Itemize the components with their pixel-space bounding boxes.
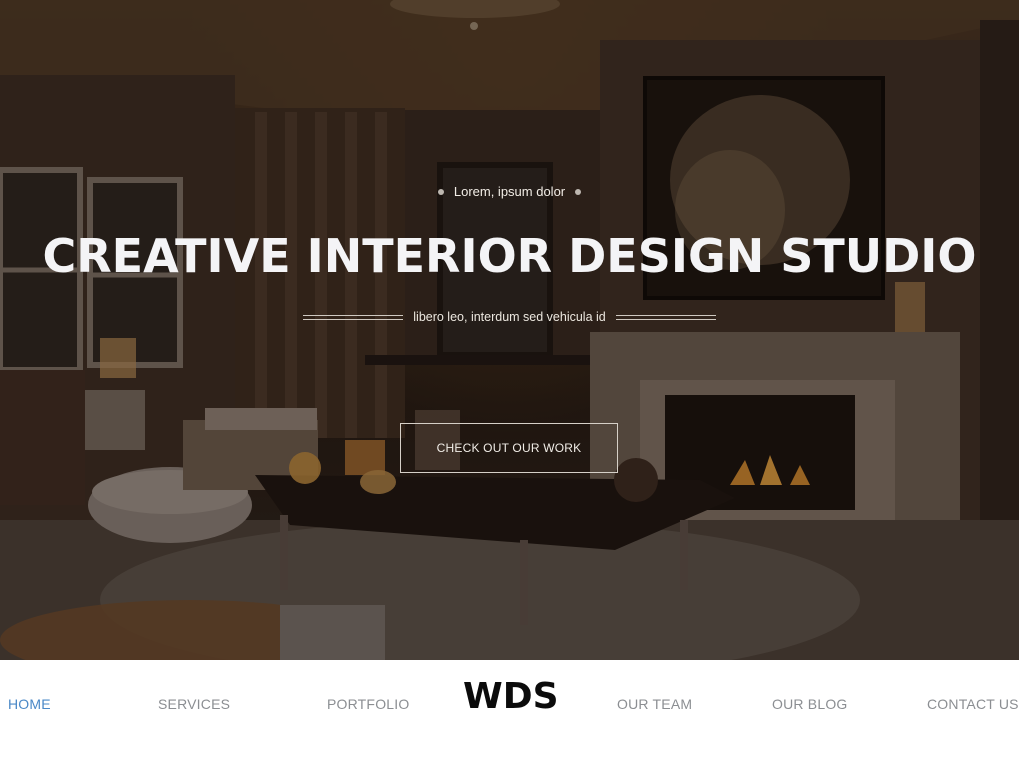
- nav-item-our-team[interactable]: OUR TEAM: [617, 696, 692, 712]
- double-line-divider-right: [615, 314, 716, 320]
- hero-title: CREATIVE INTERIOR DESIGN STUDIO: [42, 229, 977, 283]
- nav-item-our-blog[interactable]: OUR BLOG: [772, 696, 848, 712]
- page: Lorem, ipsum dolor CREATIVE INTERIOR DES…: [0, 0, 1019, 759]
- bullet-dot-icon: [437, 188, 444, 195]
- double-line-divider-left: [303, 314, 404, 320]
- nav-item-contact-us[interactable]: CONTACT US: [927, 696, 1019, 712]
- hero-dark-overlay: [0, 0, 1019, 660]
- check-out-our-work-button[interactable]: CHECK OUT OUR WORK: [400, 423, 618, 473]
- main-navigation: HOME SERVICES PORTFOLIO WDS OUR TEAM OUR…: [0, 660, 1019, 759]
- hero-tagline-text: libero leo, interdum sed vehicula id: [413, 310, 606, 324]
- site-logo[interactable]: WDS: [463, 676, 559, 717]
- hero-eyebrow-text: Lorem, ipsum dolor: [453, 184, 566, 199]
- hero-section: Lorem, ipsum dolor CREATIVE INTERIOR DES…: [0, 0, 1019, 660]
- bullet-dot-icon: [575, 188, 582, 195]
- nav-item-services[interactable]: SERVICES: [158, 696, 230, 712]
- nav-item-portfolio[interactable]: PORTFOLIO: [327, 696, 409, 712]
- nav-item-home[interactable]: HOME: [8, 696, 51, 712]
- hero-eyebrow: Lorem, ipsum dolor: [0, 184, 1019, 199]
- hero-tagline: libero leo, interdum sed vehicula id: [0, 310, 1019, 324]
